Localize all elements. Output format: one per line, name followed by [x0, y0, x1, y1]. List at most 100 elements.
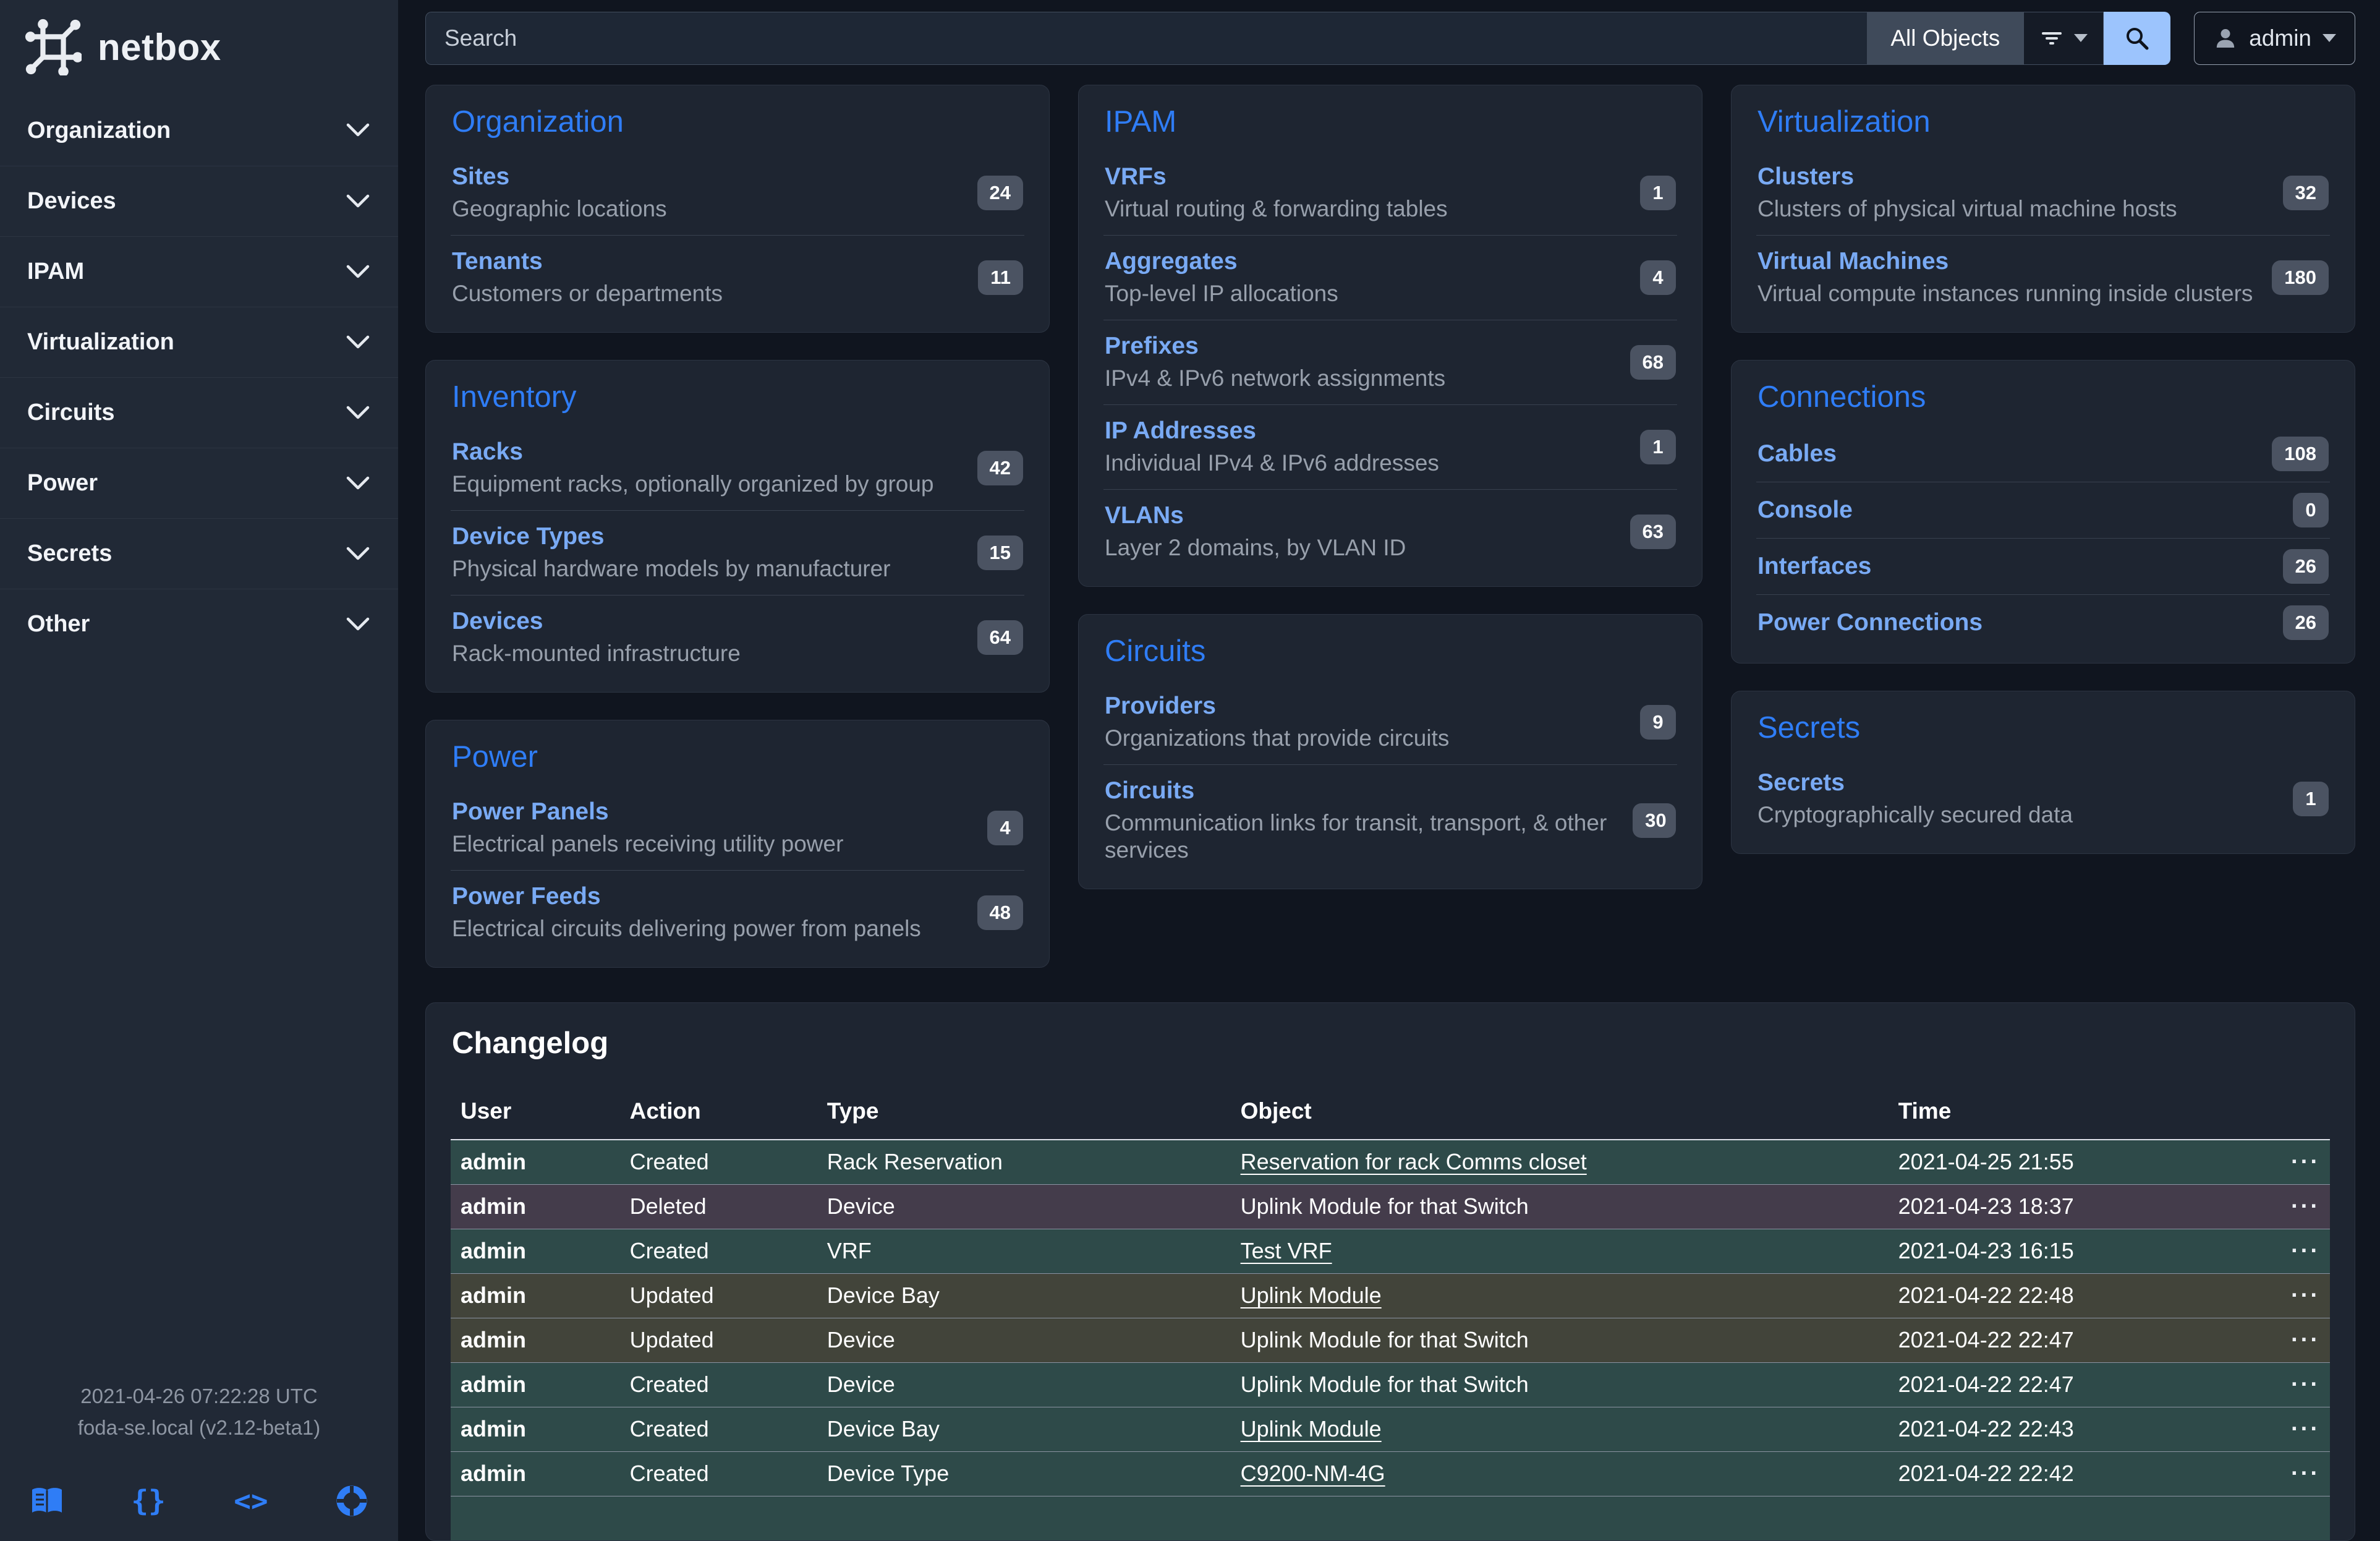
object-link[interactable]: C9200-NM-4G [1241, 1461, 1385, 1486]
item-link-providers[interactable]: Providers [1105, 693, 1216, 719]
docs-book-icon[interactable] [31, 1487, 63, 1515]
search-filter-dropdown[interactable] [2023, 12, 2104, 65]
dashboard-item-text: PrefixesIPv4 & IPv6 network assignments [1105, 333, 1445, 392]
changelog-type-cell [817, 1496, 1231, 1540]
changelog-row: adminCreatedDeviceUplink Module for that… [451, 1362, 2330, 1407]
changelog-column-header: User [451, 1085, 620, 1140]
dashboard-item-text: AggregatesTop-level IP allocations [1105, 248, 1338, 307]
sidebar-item-ipam[interactable]: IPAM [0, 236, 398, 307]
item-link-power-feeds[interactable]: Power Feeds [452, 883, 601, 910]
dashboard-item-text: Virtual Machines Virtual compute instance… [1757, 248, 2253, 307]
item-link-power-panels[interactable]: Power Panels [452, 798, 609, 825]
code-icon[interactable]: <> [234, 1484, 268, 1518]
item-link-devices[interactable]: Devices [452, 608, 543, 634]
item-link-vrfs[interactable]: VRFs [1105, 163, 1167, 190]
cards-column: VirtualizationClustersClusters of physic… [1731, 85, 2355, 854]
sidebar-item-virtualization[interactable]: Virtualization [0, 307, 398, 377]
api-braces-icon[interactable]: {} [131, 1484, 165, 1518]
dashboard-item-text: Power FeedsElectrical circuits deliverin… [452, 883, 921, 942]
changelog-actions-cell: ··· [2236, 1184, 2330, 1229]
item-link-racks[interactable]: Racks [452, 438, 523, 465]
changelog-action-cell [620, 1496, 817, 1540]
item-link-cables[interactable]: Cables [1757, 440, 1837, 467]
search-scope-label: All Objects [1890, 25, 2000, 51]
item-link-ip-addresses[interactable]: IP Addresses [1105, 417, 1256, 444]
card-title: Connections [1757, 378, 2330, 416]
object-link[interactable]: Uplink Module [1241, 1416, 1382, 1441]
object-link[interactable]: Test VRF [1241, 1238, 1332, 1263]
search-input[interactable] [425, 12, 1867, 65]
count-badge: 15 [977, 536, 1023, 570]
search-scope-button[interactable]: All Objects [1867, 12, 2023, 65]
item-link-prefixes[interactable]: Prefixes [1105, 333, 1199, 359]
dashboard-item-text: SecretsCryptographically secured data [1757, 769, 2073, 829]
changelog-row: adminCreatedRack ReservationReservation … [451, 1140, 2330, 1184]
row-actions-ellipsis[interactable]: ··· [2291, 1327, 2320, 1353]
changelog-time-cell: 2021-04-23 18:37 [1889, 1184, 2236, 1229]
item-link-power-connections[interactable]: Power Connections [1757, 609, 1983, 636]
count-badge: 26 [2283, 549, 2329, 584]
user-menu-button[interactable]: admin [2194, 12, 2355, 65]
changelog-type-cell: Device [817, 1318, 1231, 1362]
changelog-column-header: Type [817, 1085, 1231, 1140]
dashboard-item-text: Sites Geographic locations [452, 163, 667, 223]
dashboard-item-text: IP AddressesIndividual IPv4 & IPv6 addre… [1105, 417, 1439, 477]
row-actions-ellipsis[interactable]: ··· [2291, 1238, 2320, 1264]
changelog-action-cell: Updated [620, 1273, 817, 1318]
count-badge: 1 [1640, 176, 1676, 210]
item-link-tenants[interactable]: Tenants [452, 248, 543, 275]
changelog-type-cell: VRF [817, 1229, 1231, 1273]
item-description: Geographic locations [452, 195, 667, 223]
item-link-device-types[interactable]: Device Types [452, 523, 604, 550]
dashboard-item-aggregates: AggregatesTop-level IP allocations4 [1103, 235, 1677, 320]
changelog-action-cell: Created [620, 1362, 817, 1407]
row-actions-ellipsis[interactable]: ··· [2291, 1149, 2320, 1175]
row-actions-ellipsis[interactable]: ··· [2291, 1461, 2320, 1487]
item-link-secrets[interactable]: Secrets [1757, 769, 1845, 796]
item-description: Virtual compute instances running inside… [1757, 280, 2253, 307]
object-link[interactable]: Reservation for rack Comms closet [1241, 1149, 1587, 1174]
item-link-clusters[interactable]: Clusters [1757, 163, 1854, 190]
search-icon [2123, 25, 2151, 52]
sidebar: netbox OrganizationDevicesIPAMVirtualiza… [0, 0, 398, 1541]
card-circuits: Circuits ProvidersOrganizations that prov… [1078, 614, 1702, 889]
changelog-object-cell [1231, 1496, 1889, 1540]
sidebar-item-devices[interactable]: Devices [0, 166, 398, 236]
item-link-virtual-machines[interactable]: Virtual Machines [1757, 248, 1949, 275]
count-badge: 48 [977, 895, 1023, 930]
object-link[interactable]: Uplink Module [1241, 1283, 1382, 1308]
dashboard-item-clusters: Clusters Clusters of physical virtual mac… [1756, 151, 2330, 235]
topbar: All Objects adm [398, 0, 2380, 76]
sidebar-item-circuits[interactable]: Circuits [0, 377, 398, 448]
item-link-aggregates[interactable]: Aggregates [1105, 248, 1238, 275]
dashboard-item-power-panels: Power PanelsElectrical panels receiving … [451, 786, 1024, 870]
item-link-console[interactable]: Console [1757, 497, 1853, 523]
sidebar-item-power[interactable]: Power [0, 448, 398, 518]
count-badge: 30 [1633, 803, 1676, 838]
netbox-logo[interactable]: netbox [0, 0, 398, 90]
item-link-sites[interactable]: Sites [452, 163, 509, 190]
row-actions-ellipsis[interactable]: ··· [2291, 1372, 2320, 1398]
sidebar-item-organization[interactable]: Organization [0, 95, 398, 166]
search-submit-button[interactable] [2104, 12, 2170, 65]
sidebar-item-secrets[interactable]: Secrets [0, 518, 398, 589]
sidebar-item-other[interactable]: Other [0, 589, 398, 659]
item-description: Clusters of physical virtual machine hos… [1757, 195, 2177, 223]
row-actions-ellipsis[interactable]: ··· [2291, 1283, 2320, 1308]
item-link-circuits[interactable]: Circuits [1105, 777, 1194, 804]
item-link-interfaces[interactable]: Interfaces [1757, 553, 1871, 579]
changelog-table: UserActionTypeObjectTime adminCreatedRac… [451, 1085, 2330, 1540]
dashboard-item-text: Power Connections [1757, 609, 1983, 636]
item-link-vlans[interactable]: VLANs [1105, 502, 1184, 529]
row-actions-ellipsis[interactable]: ··· [2291, 1416, 2320, 1442]
object-text: Uplink Module for that Switch [1241, 1193, 1529, 1219]
help-lifering-icon[interactable] [336, 1485, 367, 1516]
changelog-time-cell: 2021-04-22 22:47 [1889, 1318, 2236, 1362]
dashboard-item-providers: ProvidersOrganizations that provide circ… [1103, 680, 1677, 764]
cards-column: IPAMVRFsVirtual routing & forwarding tab… [1078, 85, 1702, 889]
changelog-column-header [2236, 1085, 2330, 1140]
row-actions-ellipsis[interactable]: ··· [2291, 1193, 2320, 1219]
dashboard-item-text: Power PanelsElectrical panels receiving … [452, 798, 843, 858]
card-power: PowerPower PanelsElectrical panels recei… [425, 720, 1050, 968]
changelog-object-cell: Test VRF [1231, 1229, 1889, 1273]
